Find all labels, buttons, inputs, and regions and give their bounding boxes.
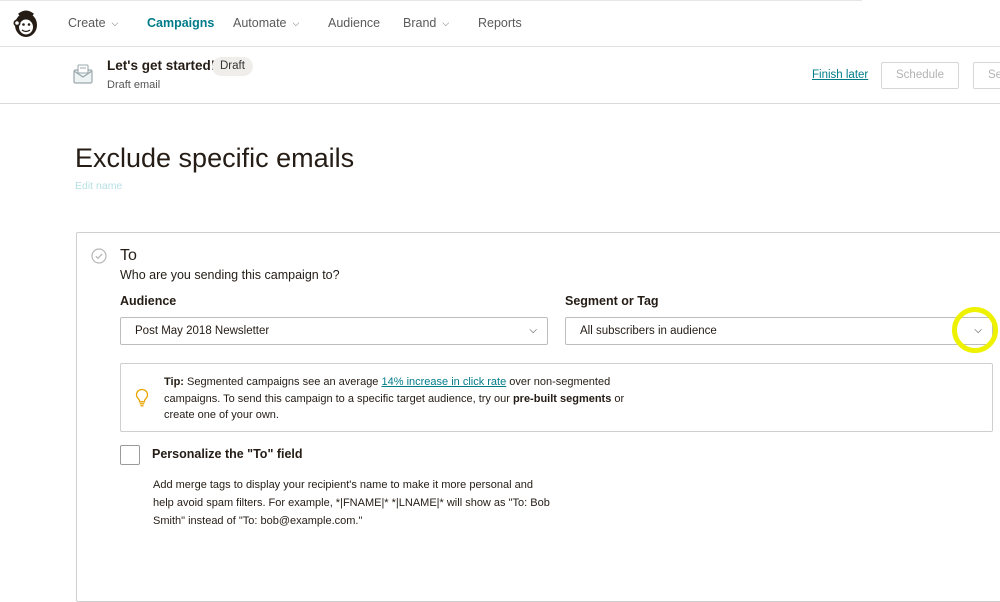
finish-later-link[interactable]: Finish later <box>812 69 868 81</box>
page-title: Exclude specific emails <box>75 143 355 173</box>
chevron-down-icon: ⌵ <box>111 18 119 28</box>
personalize-checkbox[interactable] <box>120 445 140 465</box>
nav-brand[interactable]: Brand ⌵ <box>403 16 449 30</box>
click-rate-link[interactable]: 14% increase in click rate <box>382 376 507 388</box>
send-button[interactable]: Se <box>973 62 1000 89</box>
audience-select[interactable]: Post May 2018 Newsletter ⌵ <box>120 317 548 345</box>
chevron-down-icon: ⌵ <box>292 18 300 28</box>
personalize-description: Add merge tags to display your recipient… <box>153 479 550 527</box>
highlight-ring <box>952 307 998 353</box>
check-circle-icon <box>91 248 107 264</box>
section-subtitle: Who are you sending this campaign to? <box>120 268 340 282</box>
top-navigation: Create ⌵ Campaigns Automate ⌵ Audience Bra… <box>0 0 1000 47</box>
nav-reports[interactable]: Reports <box>478 16 522 30</box>
nav-audience[interactable]: Audience <box>328 16 380 30</box>
section-title: To <box>120 247 137 264</box>
envelope-icon <box>72 63 94 85</box>
campaign-title: Let's get started! <box>107 58 216 73</box>
top-divider <box>0 0 862 1</box>
edit-name-link[interactable]: Edit name <box>75 180 122 192</box>
audience-label: Audience <box>120 294 177 308</box>
campaign-type: Draft email <box>107 79 161 91</box>
schedule-button[interactable]: Schedule <box>881 62 959 89</box>
status-badge: Draft <box>212 57 253 76</box>
chevron-down-icon: ⌵ <box>442 18 450 28</box>
tip-text: Tip: Segmented campaigns see an average … <box>164 374 654 424</box>
mailchimp-logo-icon[interactable] <box>10 8 42 40</box>
segment-select[interactable]: All subscribers in audience ⌵ <box>565 317 993 345</box>
nav-automate[interactable]: Automate ⌵ <box>233 16 299 30</box>
lightbulb-icon <box>135 388 149 408</box>
chevron-down-icon: ⌵ <box>529 325 537 336</box>
nav-create[interactable]: Create ⌵ <box>68 16 118 30</box>
tip-prefix: Tip: <box>164 376 184 388</box>
audience-select-value: Post May 2018 Newsletter <box>135 325 270 337</box>
tip-text-1: Segmented campaigns see an average <box>183 376 382 388</box>
campaign-header: Let's get started! Draft Draft email Fin… <box>0 47 1000 104</box>
personalize-label: Personalize the "To" field <box>152 447 303 461</box>
segment-select-value: All subscribers in audience <box>580 325 717 337</box>
nav-campaigns[interactable]: Campaigns <box>147 16 214 30</box>
segment-label: Segment or Tag <box>565 294 659 308</box>
pre-built-segments-text: pre-built segments <box>512 392 612 405</box>
